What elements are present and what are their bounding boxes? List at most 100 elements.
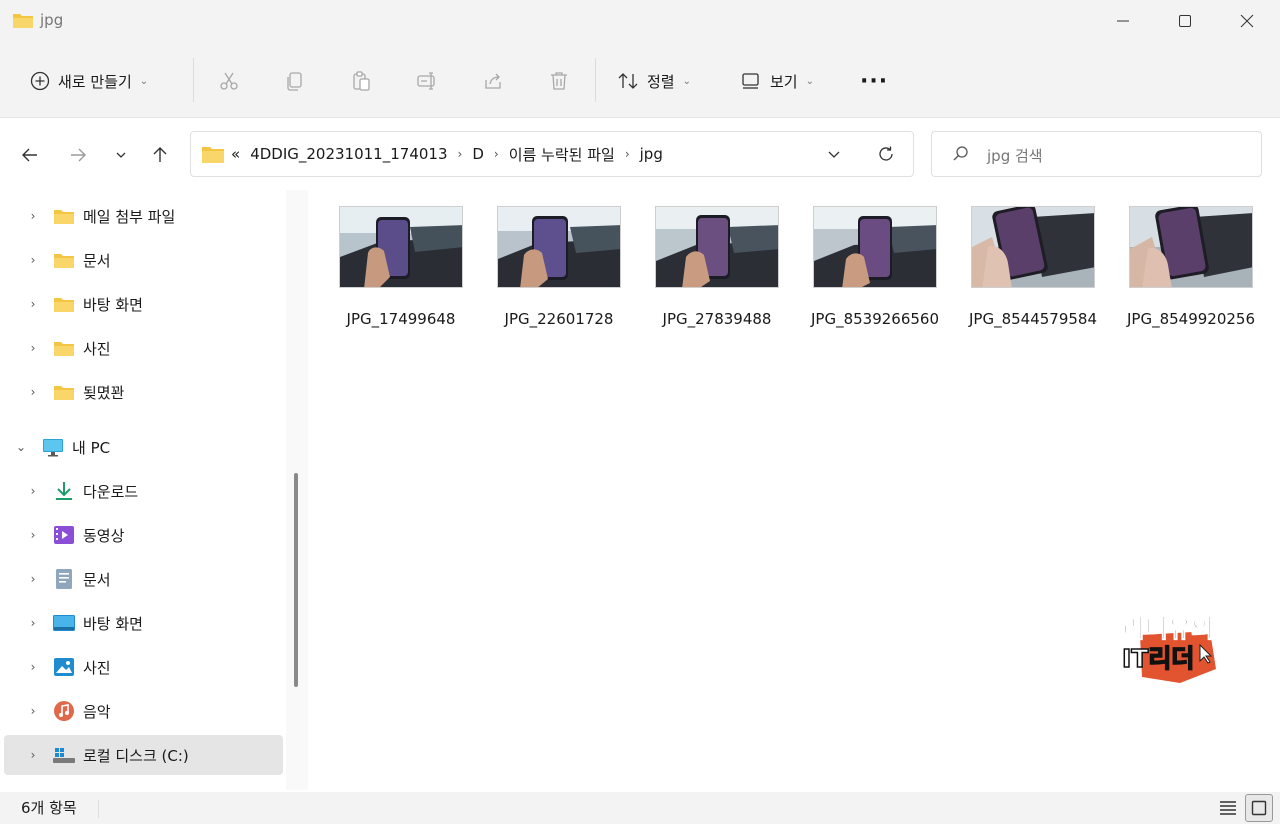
breadcrumb: « 4DDIG_20231011_174013 › D › 이름 누락된 파일 …: [201, 132, 663, 176]
navigation-pane: › 메일 첨부 파일 › 문서 › 바탕 화면 › 사진 › 됮몄꽌 ⌄ 내 P…: [0, 190, 308, 792]
delete-button[interactable]: [546, 68, 572, 94]
sidebar-item-label: 바탕 화면: [83, 614, 143, 633]
back-button[interactable]: [15, 140, 45, 170]
address-history-button[interactable]: [827, 132, 841, 176]
chevron-down-icon: ⌄: [805, 75, 814, 87]
cut-button[interactable]: [216, 68, 242, 94]
view-label: 보기: [770, 72, 798, 91]
breadcrumb-item[interactable]: 이름 누락된 파일: [509, 144, 615, 165]
chevron-right-icon[interactable]: ›: [26, 616, 40, 630]
chevron-right-icon[interactable]: ›: [26, 748, 40, 762]
new-button[interactable]: 새로 만들기 ⌄: [30, 64, 148, 98]
more-icon: ···: [860, 68, 889, 94]
chevron-down-icon: [828, 151, 840, 158]
chevron-right-icon[interactable]: ›: [26, 297, 40, 311]
sidebar-item-videos[interactable]: › 동영상: [0, 515, 290, 555]
paste-button[interactable]: [348, 68, 374, 94]
breadcrumb-item[interactable]: D: [472, 145, 484, 163]
breadcrumb-separator[interactable]: ›: [494, 147, 499, 161]
sidebar-item-misc-folder[interactable]: › 됮몄꽌: [0, 372, 290, 412]
chevron-right-icon[interactable]: ›: [26, 341, 40, 355]
file-name: JPG_8539266560: [810, 310, 940, 328]
copy-button[interactable]: [282, 68, 308, 94]
file-item[interactable]: JPG_8539266560: [800, 206, 950, 346]
chevron-right-icon[interactable]: ›: [26, 385, 40, 399]
file-item[interactable]: JPG_17499648: [326, 206, 476, 346]
chevron-right-icon[interactable]: ›: [26, 484, 40, 498]
refresh-button[interactable]: [877, 132, 895, 176]
photo-thumbnail: [497, 206, 621, 288]
sidebar-item-pictures-quick[interactable]: › 사진: [0, 328, 290, 368]
chevron-right-icon[interactable]: ›: [26, 704, 40, 718]
document-icon: [52, 569, 76, 589]
folder-icon: [52, 338, 76, 358]
search-placeholder: jpg 검색: [987, 147, 1043, 165]
refresh-icon: [879, 146, 893, 161]
recent-locations-button[interactable]: [106, 140, 136, 170]
sidebar-item-label: 음악: [83, 702, 111, 721]
details-view-button[interactable]: [1214, 794, 1242, 822]
chevron-right-icon[interactable]: ›: [26, 253, 40, 267]
chevron-down-icon: [116, 152, 126, 158]
file-item[interactable]: JPG_22601728: [484, 206, 634, 346]
minimize-icon: [1117, 20, 1129, 22]
arrow-up-icon: [153, 147, 167, 162]
chevron-down-icon[interactable]: ⌄: [14, 440, 28, 454]
pictures-icon: [52, 657, 76, 677]
more-options-button[interactable]: ···: [860, 64, 888, 98]
up-button[interactable]: [145, 140, 175, 170]
file-item[interactable]: JPG_27839488: [642, 206, 792, 346]
breadcrumb-overflow[interactable]: «: [231, 145, 240, 163]
sidebar-item-this-pc[interactable]: ⌄ 내 PC: [0, 427, 290, 467]
search-box[interactable]: jpg 검색: [931, 131, 1262, 177]
file-item[interactable]: JPG_8544579584: [958, 206, 1108, 346]
sidebar-item-label: 사진: [83, 658, 111, 677]
sort-button[interactable]: 정렬 ⌄: [617, 64, 691, 98]
sidebar-item-documents[interactable]: › 문서: [0, 559, 290, 599]
file-view: JPG_17499648 JPG_22601728 JPG_27839488 J…: [308, 190, 1280, 792]
sidebar-item-documents-quick[interactable]: › 문서: [0, 240, 290, 280]
maximize-button[interactable]: [1154, 0, 1216, 42]
delete-icon: [551, 72, 567, 90]
sidebar-item-desktop-quick[interactable]: › 바탕 화면: [0, 284, 290, 324]
forward-button[interactable]: [63, 140, 93, 170]
rename-button[interactable]: [414, 68, 440, 94]
sidebar-item-pictures[interactable]: › 사진: [0, 647, 290, 687]
breadcrumb-item[interactable]: jpg: [640, 145, 663, 163]
video-icon: [52, 525, 76, 545]
sidebar-item-label: 다운로드: [83, 482, 139, 501]
sidebar-item-mail-attachments[interactable]: › 메일 첨부 파일: [0, 196, 290, 236]
view-button[interactable]: 보기 ⌄: [740, 64, 814, 98]
sidebar-item-desktop[interactable]: › 바탕 화면: [0, 603, 290, 643]
folder-icon: [52, 250, 76, 270]
minimize-button[interactable]: [1092, 0, 1154, 42]
folder-icon: [52, 382, 76, 402]
share-button[interactable]: [480, 68, 506, 94]
chevron-right-icon[interactable]: ›: [26, 660, 40, 674]
photo-thumbnail: [655, 206, 779, 288]
chevron-right-icon[interactable]: ›: [26, 572, 40, 586]
address-bar[interactable]: « 4DDIG_20231011_174013 › D › 이름 누락된 파일 …: [190, 131, 914, 177]
sidebar-item-label: 문서: [83, 251, 111, 270]
breadcrumb-separator[interactable]: ›: [458, 147, 463, 161]
item-count: 6개 항목: [21, 799, 77, 817]
breadcrumb-separator[interactable]: ›: [625, 147, 630, 161]
chevron-right-icon[interactable]: ›: [26, 209, 40, 223]
maximize-icon: [1179, 15, 1191, 27]
folder-icon: [52, 294, 76, 314]
sidebar-item-local-disk[interactable]: › 로컬 디스크 (C:): [4, 735, 283, 775]
copy-icon: [287, 72, 302, 91]
chevron-right-icon[interactable]: ›: [26, 528, 40, 542]
sidebar-item-label: 문서: [83, 570, 111, 589]
sidebar-item-music[interactable]: › 음악: [0, 691, 290, 731]
file-item[interactable]: JPG_8549920256: [1116, 206, 1266, 346]
sidebar-item-downloads[interactable]: › 다운로드: [0, 471, 290, 511]
large-icons-view-button[interactable]: [1245, 794, 1273, 822]
close-button[interactable]: [1216, 0, 1278, 42]
window-title: jpg: [40, 11, 64, 29]
breadcrumb-item[interactable]: 4DDIG_20231011_174013: [250, 145, 447, 163]
chevron-down-icon: ⌄: [682, 75, 691, 87]
divider: [193, 58, 194, 102]
arrow-left-icon: [22, 148, 37, 162]
sidebar-scrollbar-thumb[interactable]: [294, 473, 298, 687]
